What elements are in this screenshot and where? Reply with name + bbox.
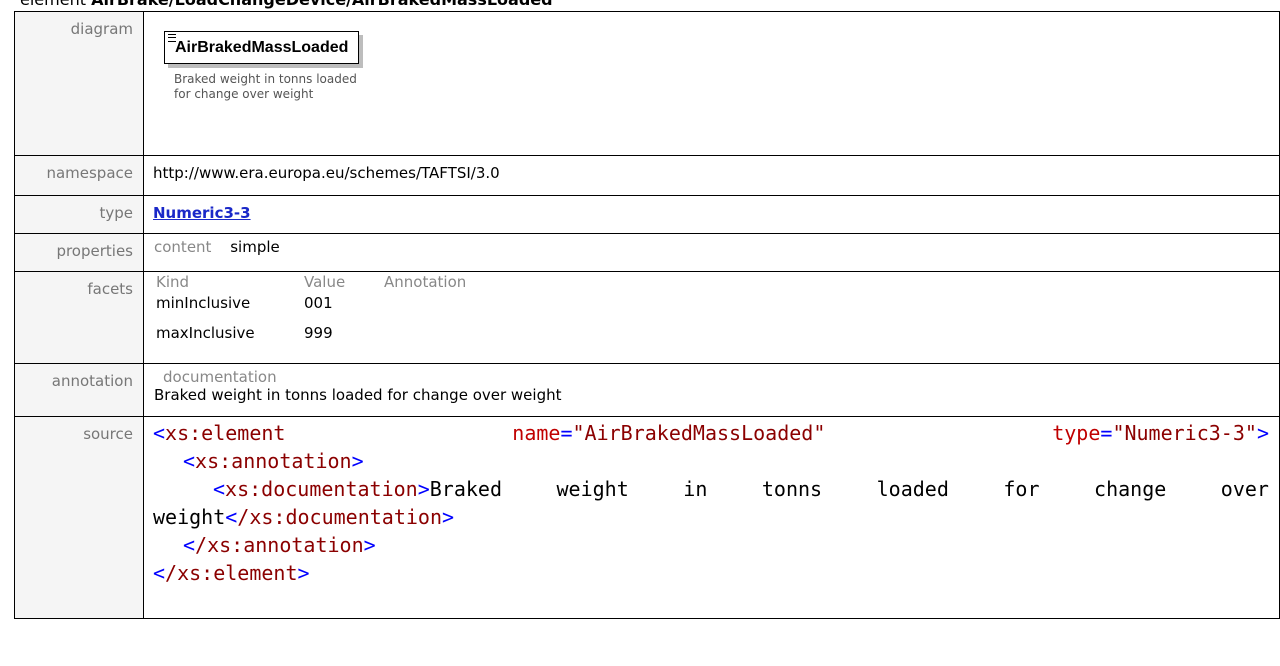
facets-table: Kind Value Annotation minInclusive 001 m…: [154, 273, 466, 354]
source-line: <xs:documentation>Braked weight in tonns…: [213, 477, 1269, 501]
diagram-doc-line: Braked weight in tonns loaded: [174, 72, 357, 86]
label-annotation: annotation: [14, 363, 144, 417]
row-type: type Numeric3-3: [14, 195, 1280, 234]
property-value: simple: [230, 238, 280, 256]
row-source: source <xs:element name="AirBrakedMassLo…: [14, 416, 1280, 619]
label-facets: facets: [14, 271, 144, 364]
row-diagram: diagram AirBrakedMassLoaded Braked weigh…: [14, 11, 1280, 156]
facet-value: 999: [304, 324, 333, 342]
facets-header-value: Value: [304, 273, 346, 291]
annotation-cell: documentation Braked weight in tonns loa…: [143, 363, 1280, 417]
row-facets: facets Kind Value Annotation minInclusiv…: [14, 271, 1280, 364]
source-line: </xs:element>: [153, 561, 310, 585]
annotation-key: documentation: [163, 368, 277, 386]
element-diagram-box[interactable]: AirBrakedMassLoaded: [164, 31, 360, 64]
properties-cell: content simple: [143, 233, 1280, 272]
type-cell: Numeric3-3: [143, 195, 1280, 234]
heading-prefix: element: [20, 0, 86, 9]
source-line: </xs:annotation>: [183, 533, 376, 557]
source-line: <xs:element name="AirBrakedMassLoaded" t…: [153, 421, 1269, 445]
facet-annotation: [384, 294, 466, 324]
facet-annotation: [384, 324, 466, 354]
xml-source-code: <xs:element name="AirBrakedMassLoaded" t…: [144, 417, 1279, 587]
row-properties: properties content simple: [14, 233, 1280, 272]
facets-row: maxInclusive 999: [154, 324, 466, 354]
facet-kind: minInclusive: [156, 294, 251, 312]
diagram-cell: AirBrakedMassLoaded Braked weight in ton…: [143, 11, 1280, 156]
sequence-lines-icon: [168, 34, 176, 42]
property-key: content: [154, 238, 212, 256]
source-line: weight</xs:documentation>: [153, 505, 455, 529]
source-cell: <xs:element name="AirBrakedMassLoaded" t…: [143, 416, 1280, 619]
facets-header-kind: Kind: [156, 273, 190, 291]
row-annotation: annotation documentation Braked weight i…: [14, 363, 1280, 417]
row-namespace: namespace http://www.era.europa.eu/schem…: [14, 155, 1280, 196]
label-namespace: namespace: [14, 155, 144, 196]
facet-kind: maxInclusive: [156, 324, 255, 342]
page-heading: element AirBrake/LoadChangeDevice/AirBra…: [20, 0, 553, 11]
diagram-element-name: AirBrakedMassLoaded: [175, 39, 349, 56]
facets-header-row: Kind Value Annotation: [154, 273, 466, 294]
label-source: source: [14, 416, 144, 619]
heading-path: AirBrake/LoadChangeDevice/AirBrakedMassL…: [91, 0, 553, 9]
label-diagram: diagram: [14, 11, 144, 156]
element-doc-table: diagram AirBrakedMassLoaded Braked weigh…: [14, 11, 1280, 619]
facet-value: 001: [304, 294, 333, 312]
type-link[interactable]: Numeric3-3: [153, 204, 251, 222]
facets-cell: Kind Value Annotation minInclusive 001 m…: [143, 271, 1280, 364]
annotation-text: Braked weight in tonns loaded for change…: [154, 386, 562, 404]
label-type: type: [14, 195, 144, 234]
facets-row: minInclusive 001: [154, 294, 466, 324]
namespace-value: http://www.era.europa.eu/schemes/TAFTSI/…: [143, 155, 1280, 196]
diagram-doc-line: for change over weight: [174, 87, 314, 101]
source-line: <xs:annotation>: [183, 449, 364, 473]
label-properties: properties: [14, 233, 144, 272]
facets-header-annotation: Annotation: [384, 273, 467, 291]
diagram-documentation: Braked weight in tonns loaded for change…: [174, 72, 364, 102]
